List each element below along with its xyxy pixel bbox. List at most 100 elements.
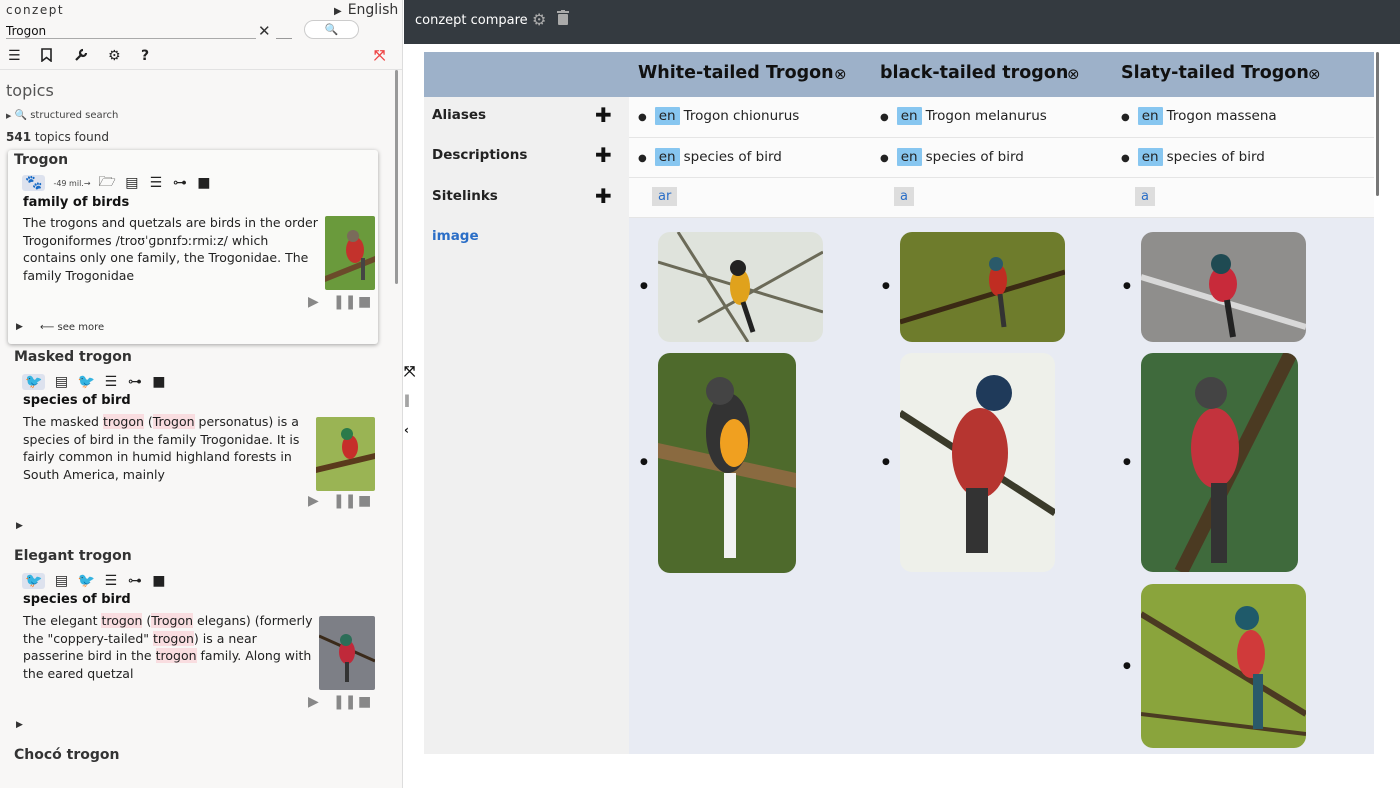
topic-card[interactable]: Elegant trogon 🐦 ▤ 🐦 ☰ ⊶ ■ species of bi… [8,548,378,738]
compare-title: conzept compare [415,13,528,28]
play-icon[interactable]: ▶ [308,694,319,710]
sitelink-tag[interactable]: a [1135,187,1155,206]
sitelink-tag[interactable]: ar [652,187,678,206]
row-label-image[interactable]: image [432,228,479,244]
play-icon[interactable]: ▶ [308,294,319,310]
stop-icon[interactable]: ■ [358,294,371,310]
paw-icon[interactable]: 🐾 [22,175,46,191]
pause-icon[interactable]: ❚❚ [333,294,356,310]
stop-icon[interactable]: ■ [358,493,371,509]
expand-icon[interactable]: ▶ [16,322,23,332]
stop-icon[interactable]: ■ [358,694,371,710]
list-icon[interactable]: ☰ [148,175,164,191]
close-column-icon[interactable]: ⊗ [834,65,847,83]
menu-icon[interactable]: ☰ [8,48,21,64]
add-descriptions-icon[interactable]: ✚ [595,143,612,167]
bullet: ● [882,457,890,467]
column-title[interactable]: black-tailed trogon [880,63,1068,83]
topic-card[interactable]: Chocó trogon [8,747,378,788]
bird-photo[interactable] [900,353,1055,572]
row-label-descriptions: Descriptions [432,147,528,163]
pause-icon[interactable]: ❚❚ [333,493,356,509]
bird-icon[interactable]: 🐦 [22,374,46,390]
topic-description: The elegant trogon (Trogon elegans) (for… [23,612,318,682]
news-icon[interactable]: ▤ [124,175,140,191]
topic-card[interactable]: Trogon 🐾 -49 mil.→ 🗁 ▤ ☰ ⊶ ■ family of b… [8,150,378,344]
list-icon[interactable]: ☰ [103,374,119,390]
topic-thumbnail[interactable] [316,417,375,491]
add-sitelinks-icon[interactable]: ✚ [595,184,612,208]
timeline-label[interactable]: -49 mil.→ [53,179,90,188]
maximize-icon[interactable]: ⤧ [404,364,415,380]
topic-title[interactable]: Trogon [14,152,68,168]
news-icon[interactable]: ▤ [53,573,69,589]
structured-search-link[interactable]: ▶ 🔍 structured search [6,110,118,121]
bird-icon[interactable]: 🐦 [22,573,46,589]
bookmark-icon[interactable] [41,48,52,66]
gear-icon[interactable]: ⚙ [532,10,546,29]
close-column-icon[interactable]: ⊗ [1308,65,1321,83]
descriptions-row: ● en species of bird ● en species of bird ● e… [629,138,1374,178]
bullet: ● [1123,661,1131,671]
sitelink-tag[interactable]: a [894,187,914,206]
drag-handle-icon[interactable]: ‖ [404,393,410,407]
sitelinks-row: ar a a [629,178,1374,218]
topic-icon-bar: 🐦 ▤ 🐦 ☰ ⊶ ■ [22,371,167,393]
bird-photo[interactable] [900,232,1065,342]
bird-photo[interactable] [658,232,823,342]
topics-found-count: 541 topics found [6,130,109,144]
wrench-icon[interactable] [74,48,88,66]
binoculars-icon[interactable]: ⊶ [127,573,143,589]
folder-icon[interactable]: 🗁 [99,171,116,195]
topic-card[interactable]: Masked trogon 🐦 ▤ 🐦 ☰ ⊶ ■ species of bir… [8,349,378,539]
bird-photo[interactable] [1141,353,1298,572]
search-icon: 🔍 [324,23,339,36]
topic-icon-bar: 🐾 -49 mil.→ 🗁 ▤ ☰ ⊶ ■ [22,172,212,194]
collapse-sidebar-icon[interactable]: ‹ [404,423,409,437]
clear-search-icon[interactable]: ✕ [258,22,271,40]
list-icon[interactable]: ☰ [103,573,119,589]
video-icon[interactable]: ■ [196,175,212,191]
sitelink-cell: a [894,187,914,206]
bullet: ● [640,457,648,467]
language-label: English [347,2,399,18]
help-icon[interactable]: ? [141,48,149,64]
bird-icon[interactable]: 🐦 [77,573,94,589]
close-column-icon[interactable]: ⊗ [1067,65,1080,83]
news-icon[interactable]: ▤ [53,374,69,390]
video-icon[interactable]: ■ [151,374,167,390]
binoculars-icon[interactable]: ⊶ [172,175,188,191]
expand-icon[interactable]: ▶ [16,521,23,531]
description-cell: ● en species of bird [880,148,1024,166]
gear-icon[interactable]: ⚙ [108,48,121,64]
compare-header-row: White-tailed Trogon ⊗ black-tailed trogo… [424,52,1374,97]
see-more-link[interactable]: ⟵ see more [40,322,104,333]
bird-icon[interactable]: 🐦 [77,374,94,390]
video-icon[interactable]: ■ [151,573,167,589]
bird-photo[interactable] [1141,232,1306,342]
expand-icon[interactable]: ▶ [16,720,23,730]
topic-title[interactable]: Masked trogon [14,349,132,365]
search-input[interactable] [6,22,256,40]
bird-photo[interactable] [1141,584,1306,748]
highlight-match: Trogon [151,613,194,628]
compare-scrollbar[interactable] [1376,52,1379,196]
trash-icon[interactable] [557,10,569,29]
language-selector[interactable]: ▶ English [334,2,398,18]
fullscreen-icon[interactable]: ⤧ [374,48,385,64]
column-title[interactable]: White-tailed Trogon [638,63,834,83]
language-tag: en [1137,107,1163,125]
search-button[interactable]: 🔍 [304,20,359,39]
bird-photo[interactable] [658,353,796,573]
bullet: ● [1121,153,1130,164]
topic-thumbnail[interactable] [325,216,375,290]
topic-title[interactable]: Chocó trogon [14,747,119,763]
topic-title[interactable]: Elegant trogon [14,548,132,564]
sidebar-scrollbar[interactable] [395,70,398,284]
add-aliases-icon[interactable]: ✚ [595,103,612,127]
binoculars-icon[interactable]: ⊶ [127,374,143,390]
pause-icon[interactable]: ❚❚ [333,694,356,710]
play-icon[interactable]: ▶ [308,493,319,509]
column-title[interactable]: Slaty-tailed Trogon [1121,63,1309,83]
topic-thumbnail[interactable] [319,616,375,690]
